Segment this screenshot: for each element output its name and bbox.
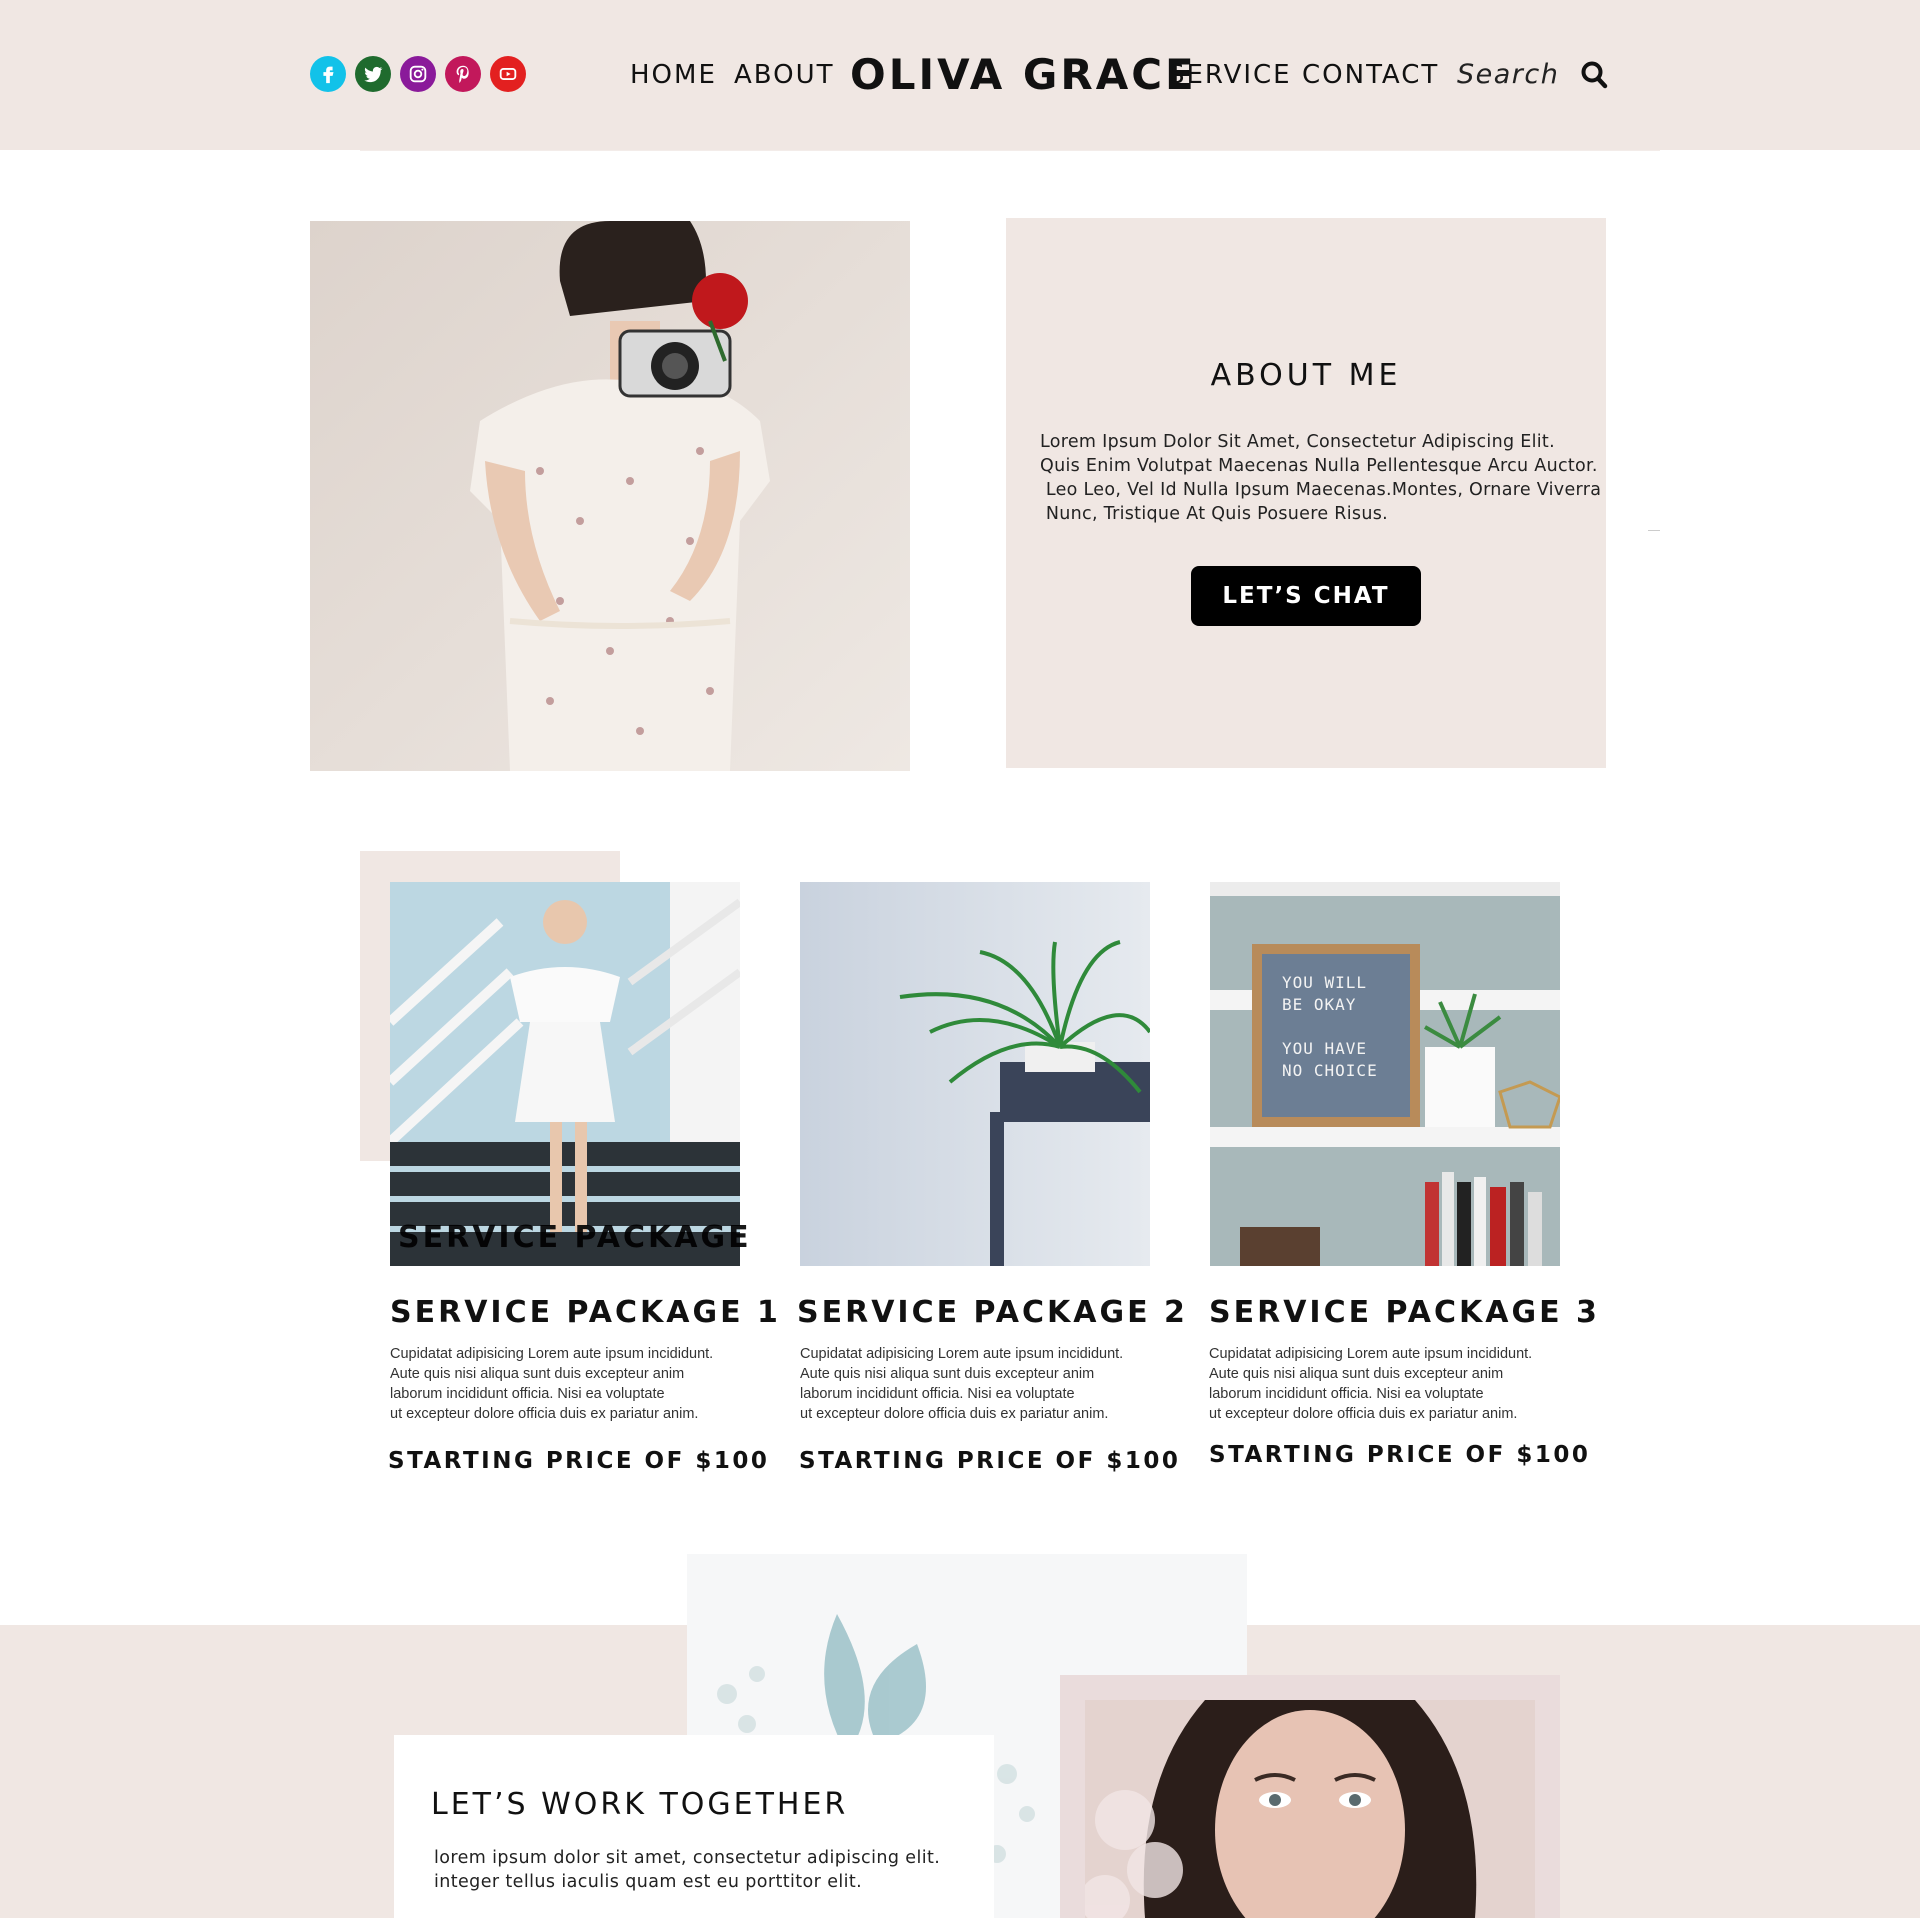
desc-line: laborum incididunt officia. Nisi ea volu… xyxy=(1209,1386,1484,1402)
about-line: Nunc, Tristique At Quis Posuere Risus. xyxy=(1040,504,1388,524)
desc-line: laborum incididunt officia. Nisi ea volu… xyxy=(390,1386,665,1402)
nav-about[interactable]: ABOUT xyxy=(734,58,835,92)
letter-board-line: NO CHOICE xyxy=(1282,1061,1378,1080)
header-divider xyxy=(360,150,1660,151)
search-input[interactable]: Search xyxy=(1457,58,1559,92)
desc-line: ut excepteur dolore officia duis ex pari… xyxy=(800,1406,1109,1422)
desc-line: Cupidatat adipisicing Lorem aute ipsum i… xyxy=(1209,1346,1533,1362)
desc-line: ut excepteur dolore officia duis ex pari… xyxy=(390,1406,699,1422)
about-line: Leo Leo, Vel Id Nulla Ipsum Maecenas.Mon… xyxy=(1040,480,1602,500)
service-2-title: SERVICE PACKAGE 2 xyxy=(797,1295,1188,1330)
desc-line: Cupidatat adipisicing Lorem aute ipsum i… xyxy=(390,1346,714,1362)
service-2-price: STARTING PRICE OF $100 xyxy=(799,1448,1181,1474)
youtube-icon[interactable] xyxy=(490,56,526,92)
service-1-title: SERVICE PACKAGE 1 xyxy=(390,1295,781,1330)
nav-contact[interactable]: CONTACT xyxy=(1302,58,1439,92)
letter-board-line: YOU WILL xyxy=(1282,973,1368,992)
service-3-desc: Cupidatat adipisicing Lorem aute ipsum i… xyxy=(1209,1344,1532,1424)
service-2-desc: Cupidatat adipisicing Lorem aute ipsum i… xyxy=(800,1344,1123,1424)
desc-line: Aute quis nisi aliqua sunt duis excepteu… xyxy=(1209,1366,1504,1382)
twitter-icon[interactable] xyxy=(355,56,391,92)
letter-board-line: YOU HAVE xyxy=(1282,1039,1368,1058)
about-line: Lorem Ipsum Dolor Sit Amet, Consectetur … xyxy=(1040,432,1555,452)
desc-line: laborum incididunt officia. Nisi ea volu… xyxy=(800,1386,1075,1402)
lets-chat-button[interactable]: LET’S CHAT xyxy=(1191,566,1421,626)
desc-line: Aute quis nisi aliqua sunt duis excepteu… xyxy=(800,1366,1095,1382)
letter-board-text: YOU WILL BE OKAY YOU HAVE NO CHOICE xyxy=(1282,972,1378,1082)
service-1-desc: Cupidatat adipisicing Lorem aute ipsum i… xyxy=(390,1344,713,1424)
work-line: lorem ipsum dolor sit amet, consectetur … xyxy=(434,1848,941,1868)
scroll-mark xyxy=(1648,530,1660,531)
pinterest-icon[interactable] xyxy=(445,56,481,92)
service-2-photo xyxy=(800,882,1150,1266)
about-photo xyxy=(310,221,910,771)
work-line: integer tellus iaculis quam est eu portt… xyxy=(434,1872,863,1892)
service-3-title: SERVICE PACKAGE 3 xyxy=(1209,1295,1600,1330)
work-together-title: LET’S WORK TOGETHER xyxy=(431,1787,849,1822)
service-1-price: STARTING PRICE OF $100 xyxy=(388,1448,770,1474)
service-1-photo xyxy=(390,882,740,1266)
letter-board-line: BE OKAY xyxy=(1282,995,1357,1014)
service-3-price: STARTING PRICE OF $100 xyxy=(1209,1442,1591,1468)
desc-line: Cupidatat adipisicing Lorem aute ipsum i… xyxy=(800,1346,1124,1362)
about-text: Lorem Ipsum Dolor Sit Amet, Consectetur … xyxy=(1040,430,1602,526)
brand-logo[interactable]: OLIVA GRACE xyxy=(850,48,1197,102)
service-3-photo: YOU WILL BE OKAY YOU HAVE NO CHOICE xyxy=(1210,882,1560,1266)
search-icon[interactable] xyxy=(1580,60,1608,90)
portrait-photo xyxy=(1085,1700,1535,1918)
nav-service[interactable]: SERVICE xyxy=(1168,58,1292,92)
about-line: Quis Enim Volutpat Maecenas Nulla Pellen… xyxy=(1040,456,1598,476)
service-1-overlay-title: SERVICE PACKAGE 1 xyxy=(398,1220,748,1255)
instagram-icon[interactable] xyxy=(400,56,436,92)
work-together-text: lorem ipsum dolor sit amet, consectetur … xyxy=(434,1846,940,1894)
desc-line: ut excepteur dolore officia duis ex pari… xyxy=(1209,1406,1518,1422)
letter-board-line xyxy=(1282,1016,1378,1038)
facebook-icon[interactable] xyxy=(310,56,346,92)
about-title: ABOUT ME xyxy=(1210,358,1402,393)
nav-home[interactable]: HOME xyxy=(630,58,717,92)
desc-line: Aute quis nisi aliqua sunt duis excepteu… xyxy=(390,1366,685,1382)
